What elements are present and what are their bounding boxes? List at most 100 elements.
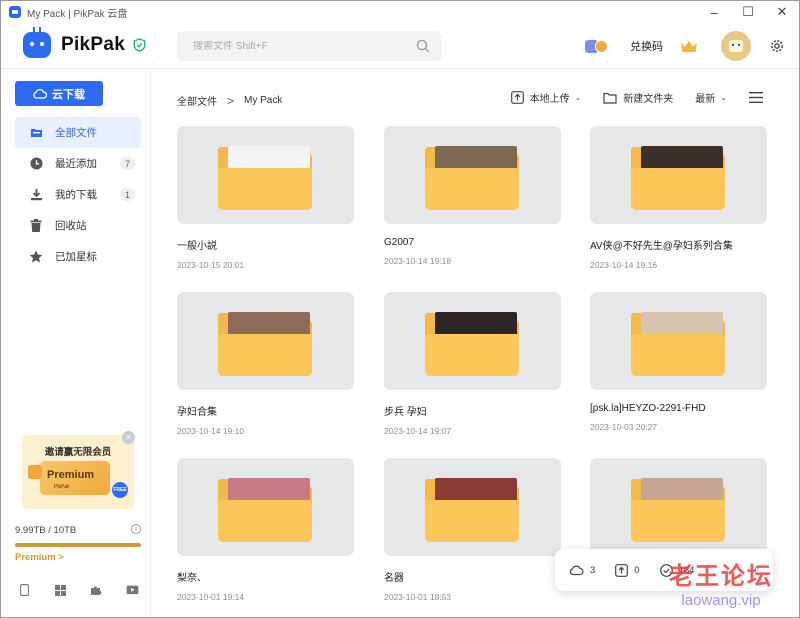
premium-link[interactable]: Premium > — [15, 552, 64, 563]
star-icon — [29, 250, 43, 264]
close-button[interactable]: ✕ — [765, 1, 799, 23]
folder-name[interactable]: [psk.la]HEYZO-2291-FHD — [590, 403, 767, 414]
info-icon[interactable]: i — [131, 524, 141, 534]
folder-card[interactable]: AV侠@不好先生@孕妇系列合集 2023-10-14 19:16 — [590, 126, 767, 270]
app-icon — [9, 6, 21, 18]
platform-icons — [15, 583, 141, 597]
folder-thumbnail[interactable] — [384, 458, 561, 556]
cloud-link-icon — [33, 88, 47, 99]
gear-icon[interactable] — [769, 38, 785, 54]
recent-count-badge: 7 — [120, 157, 135, 170]
sidebar-item-all-files[interactable]: 全部文件 — [15, 117, 141, 148]
sidebar-item-label: 已加星标 — [55, 251, 97, 263]
sidebar-item-starred[interactable]: 已加星标 — [15, 241, 141, 272]
tv-icon[interactable] — [125, 583, 139, 597]
folder-thumbnail[interactable] — [384, 292, 561, 390]
folder-card[interactable]: 步兵 孕妇 2023-10-14 19:07 — [384, 292, 561, 436]
upload-icon — [510, 91, 524, 104]
free-tag: FREE — [112, 482, 128, 498]
storage-usage-text: 9.99TB / 10TB — [15, 525, 77, 536]
phone-icon[interactable] — [17, 583, 31, 597]
watermark: 老王论坛 laowang.vip — [669, 556, 773, 609]
window-title: My Pack | PikPak 云盘 — [27, 8, 128, 20]
sidebar-item-label: 全部文件 — [55, 127, 97, 139]
chevron-down-icon: ⌄ — [574, 93, 582, 102]
cloud-download-button[interactable]: 云下载 — [15, 81, 103, 106]
folder-name[interactable]: G2007 — [384, 237, 561, 248]
folder-date: 2023-10-15 20:01 — [177, 260, 245, 270]
upload-count: 0 — [634, 564, 640, 576]
folder-name[interactable]: 梨奈、 — [177, 569, 354, 584]
folder-card[interactable]: 一般小説 2023-10-15 20:01 — [177, 126, 354, 270]
folder-name[interactable]: 名器 — [384, 569, 561, 584]
folder-icon — [218, 142, 312, 210]
new-folder-button[interactable]: 新建文件夹 — [603, 90, 673, 105]
folder-thumbnail[interactable] — [590, 126, 767, 224]
logo[interactable]: PikPak — [23, 27, 146, 58]
folder-card[interactable]: 梨奈、 2023-10-01 19:14 — [177, 458, 354, 602]
sidebar-nav: 全部文件 最近添加 7 我的下载 1 回收站 已加星标 — [15, 117, 141, 272]
folder-icon — [218, 474, 312, 542]
folder-card[interactable]: [psk.la]HEYZO-2291-FHD 2023-10-03 20:27 — [590, 292, 767, 432]
minimize-button[interactable]: – — [697, 1, 731, 23]
search-icon[interactable] — [416, 39, 430, 53]
folder-thumbnail[interactable] — [177, 126, 354, 224]
folder-card[interactable]: 名器 2023-10-01 18:53 — [384, 458, 561, 602]
sort-label: 最新 — [695, 94, 716, 105]
sidebar-item-recent[interactable]: 最近添加 7 — [15, 148, 141, 179]
invite-promo-banner[interactable]: 邀请赢无限会员 Premium PikPak FREE — [22, 435, 134, 509]
folder-name[interactable]: 孕妇合集 — [177, 403, 354, 418]
upload-label: 本地上传 — [529, 94, 570, 105]
trash-icon — [29, 219, 43, 233]
promo-card-sub: PikPak — [54, 484, 70, 490]
sidebar-item-downloads[interactable]: 我的下载 1 — [15, 179, 141, 210]
redeem-code-button[interactable]: 兑换码 — [630, 38, 663, 54]
promo-close-icon[interactable]: × — [122, 431, 135, 444]
title-bar: My Pack | PikPak 云盘 – ☐ ✕ — [1, 1, 799, 23]
crown-icon[interactable] — [679, 38, 699, 54]
pikpak-logo-icon — [23, 27, 51, 58]
coin-icon — [595, 39, 608, 53]
breadcrumb-current: My Pack — [244, 95, 283, 106]
folder-date: 2023-10-03 20:27 — [590, 422, 658, 432]
chevron-down-icon: ⌄ — [720, 93, 727, 102]
sidebar-item-trash[interactable]: 回收站 — [15, 210, 141, 241]
folder-card[interactable]: 孕妇合集 2023-10-14 19:10 — [177, 292, 354, 436]
search-box[interactable] — [177, 31, 442, 61]
watermark-text: 老王论坛 — [669, 563, 773, 590]
folder-icon — [425, 308, 519, 376]
puzzle-icon[interactable] — [89, 583, 103, 597]
sidebar: 云下载 全部文件 最近添加 7 我的下载 1 回收站 已加星标 邀请赢无限会员 … — [1, 69, 151, 617]
list-view-button[interactable] — [749, 92, 769, 103]
cloud-task-status[interactable]: 3 — [569, 564, 595, 576]
folder-thumbnail[interactable] — [177, 292, 354, 390]
avatar[interactable] — [721, 31, 751, 61]
breadcrumb-all-files[interactable]: 全部文件 — [177, 93, 217, 108]
upload-status[interactable]: 0 — [615, 563, 640, 577]
folder-card[interactable]: G2007 2023-10-14 19:18 — [384, 126, 561, 266]
folder-icon — [631, 142, 725, 210]
search-input[interactable] — [193, 40, 416, 52]
promo-card-label: Premium — [47, 469, 95, 481]
sidebar-item-label: 最近添加 — [55, 158, 97, 170]
maximize-button[interactable]: ☐ — [731, 1, 765, 23]
storage-progress-bar — [15, 543, 141, 547]
folder-thumbnail[interactable] — [384, 126, 561, 224]
folder-thumbnail[interactable] — [590, 458, 767, 556]
folder-name[interactable]: 步兵 孕妇 — [384, 403, 561, 418]
folder-icon — [218, 308, 312, 376]
sort-dropdown[interactable]: 最新 ⌄ — [695, 90, 727, 105]
folder-date: 2023-10-14 19:07 — [384, 426, 452, 436]
member-badges[interactable] — [585, 39, 608, 53]
cloud-download-label: 云下载 — [52, 88, 85, 101]
folder-thumbnail[interactable] — [177, 458, 354, 556]
shield-check-icon — [133, 38, 146, 52]
folder-thumbnail[interactable] — [590, 292, 767, 390]
folder-name[interactable]: AV侠@不好先生@孕妇系列合集 — [590, 237, 767, 252]
folder-name[interactable]: 一般小説 — [177, 237, 354, 252]
main-content: 全部文件 > My Pack 本地上传 ⌄ 新建文件夹 最新 ⌄ 一般小説 202… — [152, 69, 799, 617]
folder-date: 2023-10-14 19:10 — [177, 426, 245, 436]
breadcrumb: 全部文件 > My Pack — [177, 93, 283, 109]
upload-button[interactable]: 本地上传 ⌄ — [510, 90, 582, 105]
windows-icon[interactable] — [53, 583, 67, 597]
